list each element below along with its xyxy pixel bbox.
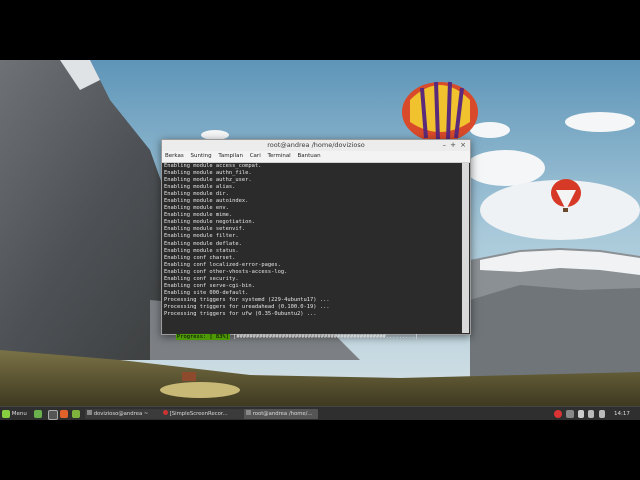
minimize-button[interactable]: –	[443, 140, 447, 151]
terminal-line: Enabling conf security.	[164, 275, 239, 282]
terminal-line: Enabling module status.	[164, 247, 239, 254]
terminal-titlebar[interactable]: root@andrea /home/dovizioso – + ×	[162, 140, 470, 151]
firefox-launcher-icon[interactable]	[60, 410, 68, 418]
taskbar: Menu dovizioso@andrea ~ [SimpleScreenRec…	[0, 406, 640, 421]
progress-bar: [#######################################…	[233, 334, 419, 340]
terminal-line: Enabling module autoindex.	[164, 198, 249, 205]
terminal-line: Enabling module access_compat.	[164, 163, 262, 169]
terminal-line: Processing triggers for systemd (229-4ub…	[164, 296, 330, 303]
terminal-line: Enabling conf serve-cgi-bin.	[164, 282, 255, 289]
terminal-line: Enabling module setenvif.	[164, 226, 246, 233]
terminal-line: Enabling conf localized-error-pages.	[164, 261, 281, 268]
volume-icon[interactable]	[599, 410, 605, 418]
task-simplescreenrecorder[interactable]: [SimpleScreenRecor...	[161, 409, 245, 419]
terminal-line: Enabling module mime.	[164, 212, 233, 219]
terminal-line: Processing triggers for ureadahead (0.10…	[164, 303, 330, 310]
network-icon[interactable]	[588, 410, 594, 418]
terminal-line: Enabling module authz_user.	[164, 177, 252, 184]
terminal-line: Processing triggers for ufw (0.35-0ubunt…	[164, 310, 317, 317]
menu-bantuan[interactable]: Bantuan	[297, 153, 320, 159]
menu-button-label: Menu	[11, 411, 27, 417]
task-label: [SimpleScreenRecor...	[169, 411, 228, 417]
letterbox-bottom	[0, 420, 640, 480]
menu-tampilan[interactable]: Tampilan	[218, 153, 243, 159]
files-launcher-icon[interactable]	[72, 410, 80, 418]
terminal-line: Enabling module filter.	[164, 233, 239, 240]
progress-label: Progress: [ 83%]	[175, 334, 230, 340]
task-label: dovizioso@andrea ~	[93, 411, 149, 417]
mint-logo-icon	[2, 409, 10, 418]
recorder-icon	[163, 410, 168, 415]
terminal-line: Enabling conf other-vhosts-access-log.	[164, 268, 288, 275]
menu-button[interactable]: Menu	[2, 407, 27, 421]
task-label: root@andrea /home/...	[252, 411, 313, 417]
terminal-line: Enabling module alias.	[164, 184, 236, 191]
record-icon[interactable]	[554, 410, 562, 418]
terminal-window[interactable]: root@andrea /home/dovizioso – + × Berkas…	[161, 139, 471, 340]
terminal-title: root@andrea /home/dovizioso	[267, 141, 365, 149]
show-desktop-icon[interactable]	[34, 410, 42, 418]
terminal-line: Enabling module dir.	[164, 191, 229, 198]
notification-icon[interactable]	[578, 410, 584, 418]
terminal-line: Enabling module authn_file.	[164, 170, 252, 177]
task-dovizioso[interactable]: dovizioso@andrea ~	[85, 409, 161, 419]
terminal-line: Enabling module env.	[164, 205, 229, 212]
menu-cari[interactable]: Cari	[250, 153, 261, 159]
terminal-line: Enabling conf charset.	[164, 254, 236, 261]
menu-berkas[interactable]: Berkas	[165, 153, 184, 159]
terminal-icon	[246, 410, 251, 415]
maximize-button[interactable]: +	[450, 140, 456, 151]
terminal-scrollbar[interactable]	[462, 163, 469, 333]
progress-line: Progress: [ 83%] [######################…	[163, 325, 461, 340]
menu-sunting[interactable]: Sunting	[191, 153, 212, 159]
terminal-output[interactable]: Enabling module access_compat. Enabling m…	[163, 163, 461, 333]
close-button[interactable]: ×	[460, 140, 466, 151]
terminal-launcher-icon[interactable]	[48, 410, 58, 420]
terminal-line: Enabling module negotiation.	[164, 219, 255, 226]
terminal-icon	[87, 410, 92, 415]
shield-icon[interactable]	[566, 410, 574, 418]
menu-terminal[interactable]: Terminal	[267, 153, 290, 159]
letterbox-top	[0, 0, 640, 60]
terminal-line: Enabling module deflate.	[164, 240, 242, 247]
terminal-menubar: Berkas Sunting Tampilan Cari Terminal Ba…	[162, 151, 470, 163]
clock[interactable]: 14:17	[614, 407, 630, 421]
terminal-line: Enabling site 000-default.	[164, 289, 249, 296]
task-root-terminal[interactable]: root@andrea /home/...	[244, 409, 318, 419]
